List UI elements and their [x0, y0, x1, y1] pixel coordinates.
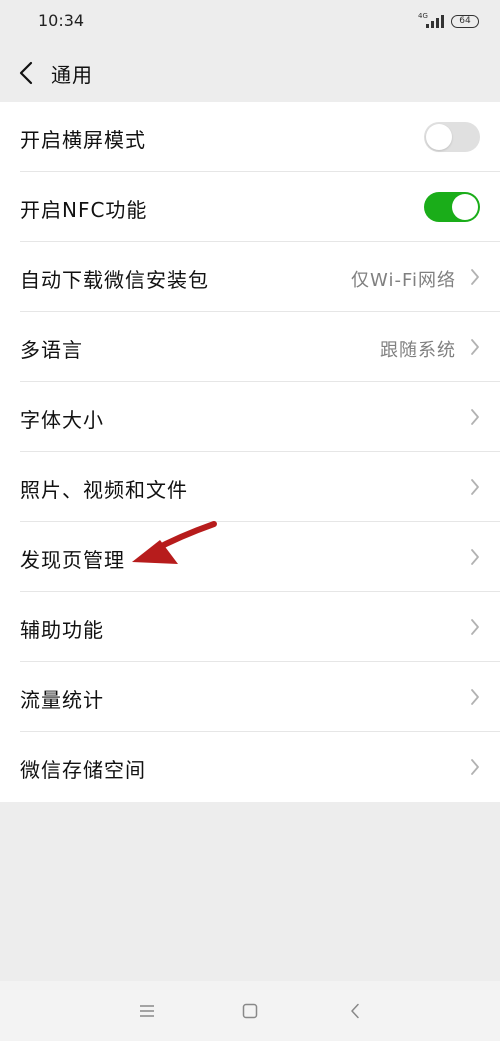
system-back-button[interactable] — [343, 999, 367, 1023]
nfc-toggle[interactable] — [424, 192, 480, 222]
toggle-knob — [426, 124, 452, 150]
setting-auto-download[interactable]: 自动下载微信安装包 仅Wi-Fi网络 — [0, 242, 500, 312]
setting-landscape-mode: 开启横屏模式 — [0, 102, 500, 172]
setting-label: 字体大小 — [20, 408, 104, 432]
nav-bar: 通用 — [0, 44, 500, 102]
status-bar: 10:34 4G 64 — [0, 0, 500, 44]
home-icon — [242, 1003, 258, 1019]
chevron-right-icon — [471, 339, 479, 355]
setting-data-usage[interactable]: 流量统计 — [0, 662, 500, 732]
chevron-right-icon — [471, 689, 479, 705]
setting-label: 微信存储空间 — [20, 758, 146, 782]
setting-storage[interactable]: 微信存储空间 — [0, 732, 500, 802]
chevron-left-icon — [19, 61, 33, 85]
battery-icon: 64 — [451, 15, 479, 28]
back-button[interactable] — [12, 58, 40, 88]
chevron-right-icon — [471, 409, 479, 425]
signal-icon — [426, 15, 444, 28]
back-icon — [351, 1003, 359, 1019]
menu-icon — [140, 1005, 154, 1017]
network-indicator: 4G — [416, 12, 446, 30]
chevron-right-icon — [471, 759, 479, 775]
menu-button[interactable] — [135, 999, 159, 1023]
settings-list: 开启横屏模式 开启NFC功能 自动下载微信安装包 仅Wi-Fi网络 多语言 跟随… — [0, 102, 500, 802]
page-title: 通用 — [51, 63, 93, 87]
chevron-right-icon — [471, 549, 479, 565]
setting-value: 跟随系统 — [380, 340, 456, 361]
setting-label: 开启横屏模式 — [20, 128, 146, 152]
chevron-right-icon — [471, 619, 479, 635]
setting-value: 仅Wi-Fi网络 — [351, 270, 456, 291]
setting-font-size[interactable]: 字体大小 — [0, 382, 500, 452]
setting-label: 多语言 — [20, 338, 83, 362]
landscape-mode-toggle[interactable] — [424, 122, 480, 152]
red-arrow-icon — [132, 521, 217, 564]
setting-media-files[interactable]: 照片、视频和文件 — [0, 452, 500, 522]
setting-language[interactable]: 多语言 跟随系统 — [0, 312, 500, 382]
setting-discover-management[interactable]: 发现页管理 — [0, 522, 500, 592]
setting-label: 开启NFC功能 — [20, 198, 148, 222]
setting-label: 发现页管理 — [20, 548, 125, 572]
chevron-right-icon — [471, 269, 479, 285]
toggle-knob — [452, 194, 478, 220]
status-time: 10:34 — [38, 11, 85, 30]
setting-label: 辅助功能 — [20, 618, 104, 642]
setting-label: 流量统计 — [20, 688, 104, 712]
setting-nfc: 开启NFC功能 — [0, 172, 500, 242]
chevron-right-icon — [471, 479, 479, 495]
battery-level: 64 — [459, 16, 471, 26]
setting-label: 照片、视频和文件 — [20, 478, 188, 502]
home-button[interactable] — [238, 999, 262, 1023]
system-nav-bar — [0, 981, 500, 1041]
setting-label: 自动下载微信安装包 — [20, 268, 209, 292]
setting-accessibility[interactable]: 辅助功能 — [0, 592, 500, 662]
